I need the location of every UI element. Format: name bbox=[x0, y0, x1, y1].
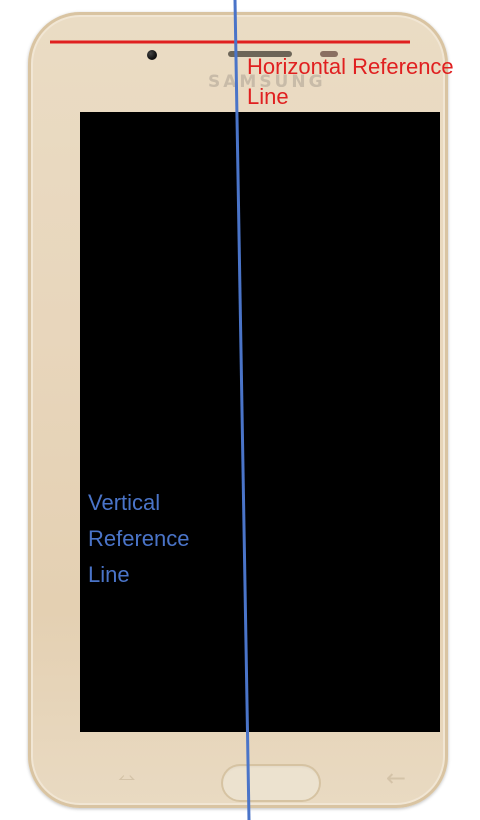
reference-lines-overlay bbox=[50, 0, 410, 820]
vertical-reference-line bbox=[233, 0, 251, 820]
horizontal-reference-label: Horizontal Reference Line bbox=[247, 54, 454, 109]
vertical-reference-label: Vertical Reference Line bbox=[88, 490, 190, 587]
